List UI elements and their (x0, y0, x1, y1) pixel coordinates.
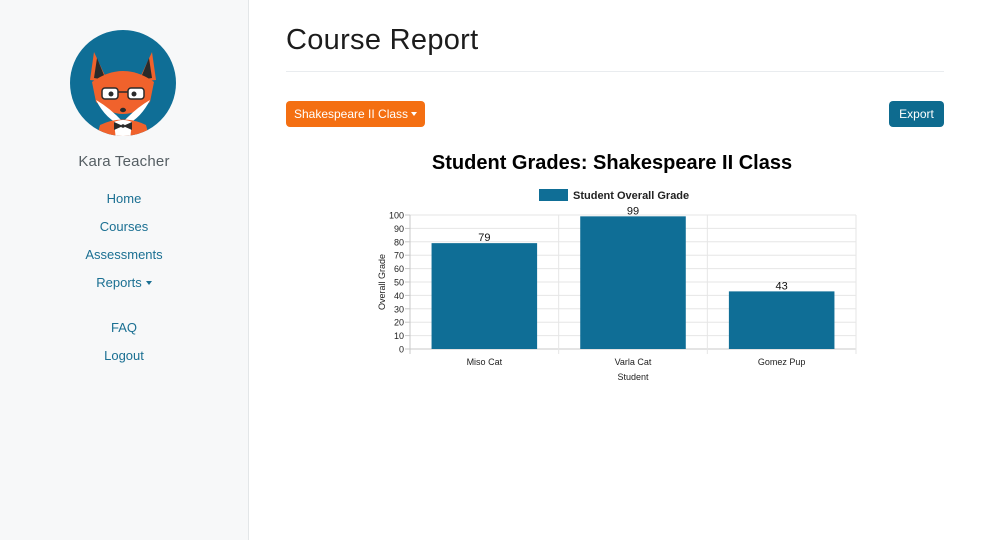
fox-avatar-icon (90, 52, 156, 136)
bar (580, 216, 686, 349)
legend-label: Student Overall Grade (573, 190, 689, 202)
avatar (70, 30, 176, 136)
nav-home[interactable]: Home (0, 191, 248, 206)
bar-value-label: 99 (627, 205, 639, 217)
chart-title: Student Grades: Shakespeare II Class (432, 152, 792, 174)
class-select-dropdown[interactable]: Shakespeare II Class (286, 101, 425, 127)
user-name: Kara Teacher (78, 153, 170, 170)
class-select-label: Shakespeare II Class (293, 107, 409, 121)
nav-faq[interactable]: FAQ (0, 320, 248, 335)
y-tick-label: 60 (394, 264, 404, 274)
x-tick-label: Varla Cat (615, 357, 652, 367)
y-tick-label: 90 (394, 224, 404, 234)
bar (728, 291, 835, 349)
y-axis-title: Overall Grade (377, 254, 387, 310)
sidebar: Kara Teacher Home Courses Assessments Re… (0, 0, 249, 540)
y-tick-label: 20 (394, 318, 404, 328)
y-tick-label: 100 (389, 211, 404, 221)
y-tick-label: 40 (394, 291, 404, 301)
y-tick-label: 0 (399, 345, 404, 355)
nav-reports-dropdown[interactable]: Reports (0, 275, 248, 290)
x-tick-label: Gomez Pup (758, 357, 806, 367)
title-divider (286, 71, 944, 72)
nav-logout[interactable]: Logout (0, 348, 248, 363)
bar-value-label: 79 (478, 232, 490, 244)
y-tick-label: 50 (394, 278, 404, 288)
export-button[interactable]: Export (889, 101, 944, 127)
x-tick-label: Miso Cat (467, 357, 503, 367)
legend-swatch (539, 189, 568, 201)
chevron-down-icon (411, 112, 418, 116)
chevron-down-icon (145, 281, 152, 285)
bar (431, 243, 538, 349)
bar-value-label: 43 (776, 280, 788, 292)
nav-assessments[interactable]: Assessments (0, 247, 248, 262)
y-tick-label: 30 (394, 304, 404, 314)
y-tick-label: 10 (394, 331, 404, 341)
page-title: Course Report (286, 24, 479, 56)
nav-reports-label: Reports (96, 275, 142, 290)
nav-courses[interactable]: Courses (0, 219, 248, 234)
y-tick-label: 70 (394, 251, 404, 261)
x-axis-title: Student (617, 372, 649, 382)
y-tick-label: 80 (394, 237, 404, 247)
